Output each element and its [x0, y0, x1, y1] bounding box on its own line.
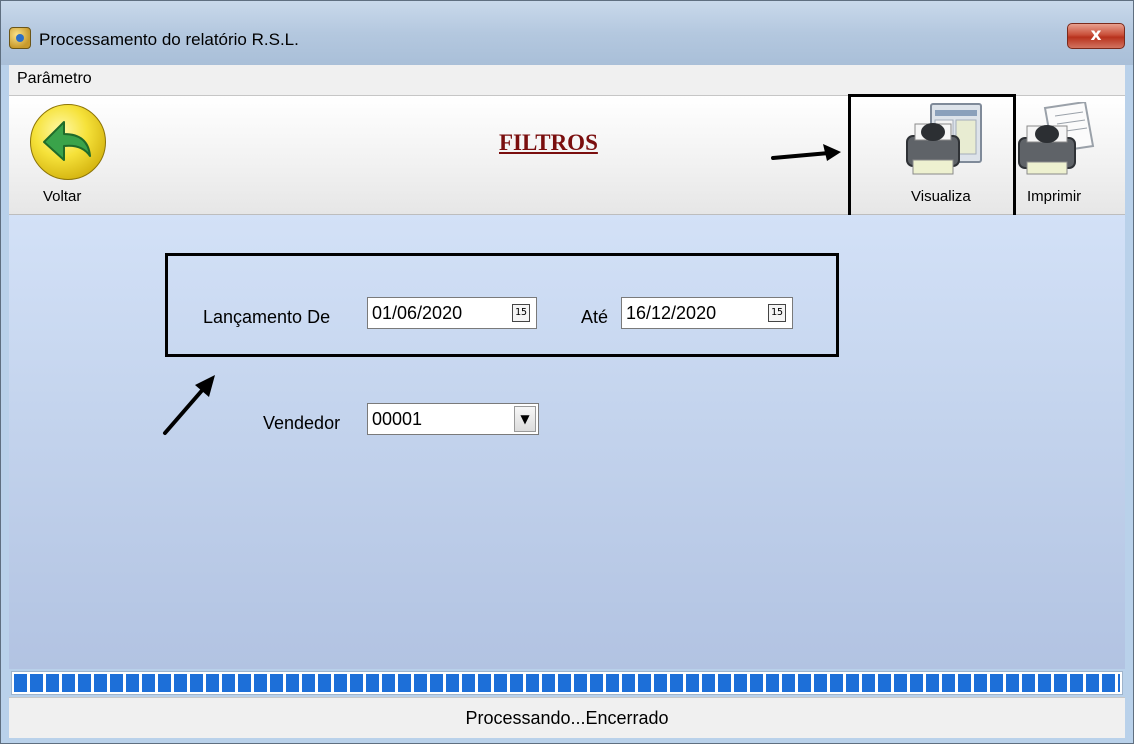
calendar-icon[interactable]: 15	[512, 304, 530, 322]
launch-to-value: 16/12/2020	[626, 303, 717, 323]
printer-icon	[1018, 102, 1095, 175]
report-window: Processamento do relatório R.S.L. x Parâ…	[0, 0, 1134, 744]
annotation-arrow-preview	[771, 144, 841, 161]
title-bar: Processamento do relatório R.S.L. x	[1, 1, 1133, 65]
launch-from-label: Lançamento De	[203, 307, 331, 327]
seller-label: Vendedor	[263, 413, 341, 433]
status-bar: Processando...Encerrado	[9, 697, 1125, 738]
back-label: Voltar	[43, 188, 82, 205]
back-button[interactable]: Voltar	[13, 100, 123, 210]
print-label: Imprimir	[1027, 188, 1082, 205]
progress-fill	[14, 674, 1120, 692]
launch-from-value: 01/06/2020	[372, 303, 463, 323]
calendar-icon[interactable]: 15	[768, 304, 786, 322]
window-title: Processamento do relatório R.S.L.	[39, 30, 299, 49]
filters-heading: FILTROS	[499, 130, 598, 155]
filter-panel: Lançamento De 01/06/2020 15 Até 16/12/20…	[9, 215, 1125, 669]
chevron-down-icon[interactable]: ▼	[514, 406, 536, 432]
preview-highlight-frame	[848, 94, 1016, 222]
app-icon	[9, 27, 31, 49]
progress-bar	[11, 671, 1123, 695]
seller-select[interactable]: 00001 ▼	[367, 403, 539, 435]
print-button[interactable]: Imprimir	[1013, 100, 1105, 210]
close-button[interactable]: x	[1067, 23, 1125, 49]
annotation-arrow-dates	[163, 375, 215, 435]
back-arrow-icon	[30, 104, 106, 180]
menu-bar: Parâmetro	[9, 65, 1125, 96]
seller-value: 00001	[372, 409, 423, 429]
launch-to-label: Até	[581, 307, 609, 327]
status-text: Processando...Encerrado	[465, 708, 669, 728]
menu-item-parametro[interactable]: Parâmetro	[17, 70, 92, 88]
launch-to-input[interactable]: 16/12/2020 15	[621, 297, 793, 329]
launch-from-input[interactable]: 01/06/2020 15	[367, 297, 537, 329]
